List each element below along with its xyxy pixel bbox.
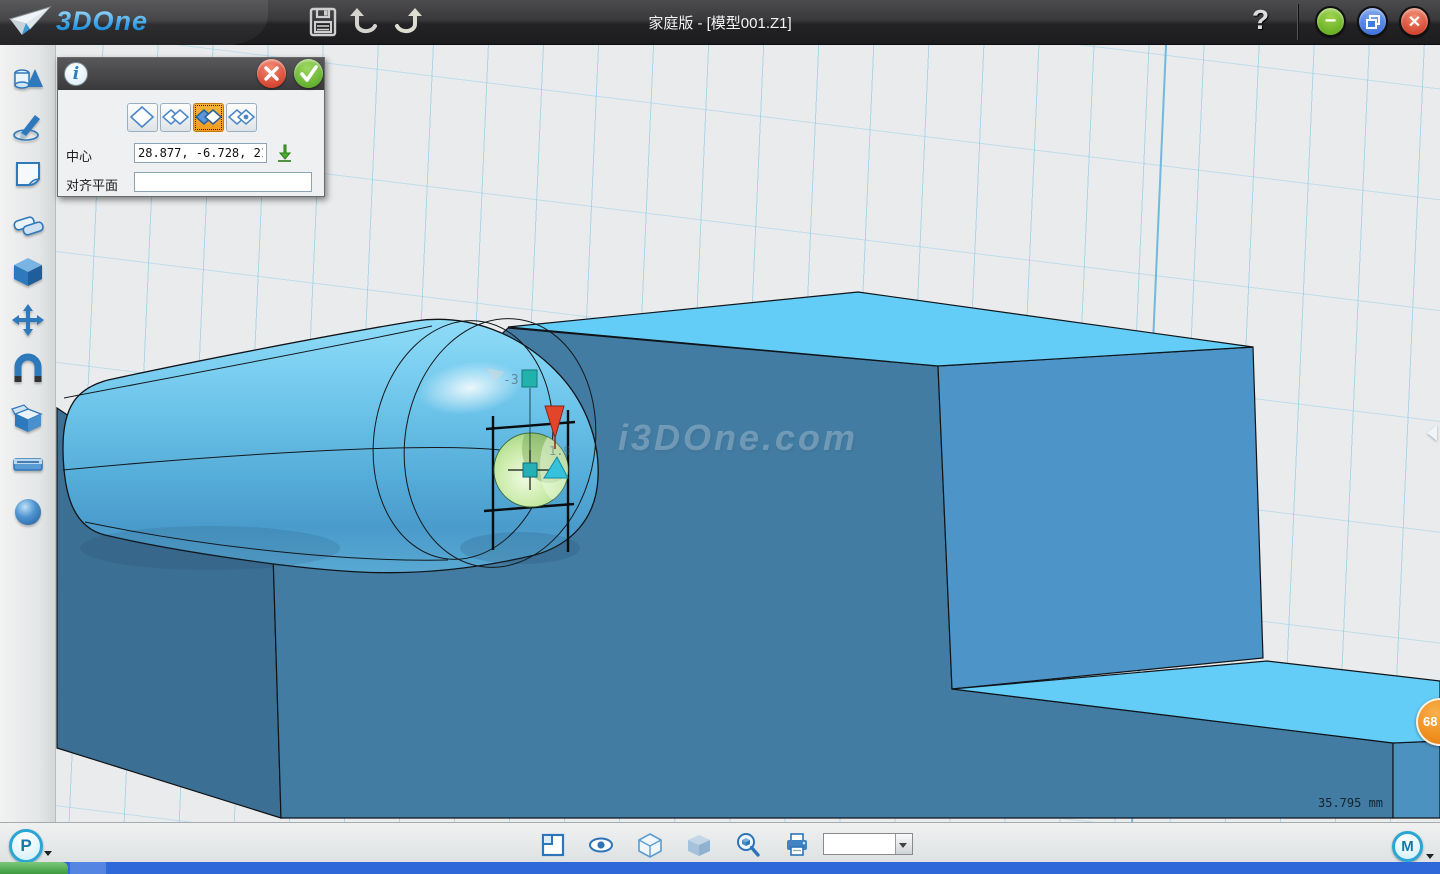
dropdown-button[interactable] bbox=[895, 834, 912, 854]
dialog-header[interactable]: i bbox=[58, 58, 324, 90]
measurement-label: 35.795 mm bbox=[1318, 796, 1383, 810]
primitives-icon[interactable] bbox=[11, 63, 45, 97]
title-bar: 3DOne 家庭版 - [模型001.Z1] ? − ✕ bbox=[0, 0, 1440, 45]
center-field-label: 中心 bbox=[66, 146, 92, 165]
dialog-confirm-button[interactable] bbox=[294, 59, 323, 88]
option-two-points[interactable] bbox=[160, 103, 191, 132]
left-toolbar bbox=[0, 45, 56, 822]
mode-dropdown-arrow-icon[interactable] bbox=[1426, 854, 1434, 859]
watermark: i3DOne.com bbox=[618, 417, 858, 459]
eye-icon[interactable] bbox=[588, 832, 614, 858]
profile-menu-button[interactable]: P bbox=[9, 829, 43, 863]
dialog-cancel-button[interactable] bbox=[257, 59, 286, 88]
minimize-button[interactable]: − bbox=[1315, 6, 1346, 37]
start-button[interactable] bbox=[0, 862, 68, 874]
center-coordinates-input[interactable] bbox=[134, 143, 267, 163]
sketch-pencil-icon[interactable] bbox=[11, 109, 45, 143]
mode-menu-button[interactable]: M bbox=[1392, 831, 1423, 862]
render-sphere-icon[interactable] bbox=[11, 495, 45, 529]
diamond-icon bbox=[128, 104, 157, 131]
check-icon bbox=[294, 59, 323, 88]
move-icon[interactable] bbox=[11, 303, 45, 337]
layout-corner-icon[interactable] bbox=[540, 832, 566, 858]
os-taskbar[interactable] bbox=[0, 862, 1440, 874]
option-point-with-center[interactable] bbox=[226, 103, 257, 132]
option-single-point[interactable] bbox=[127, 103, 158, 132]
bottom-toolbar: P M bbox=[0, 822, 1440, 862]
solid-cube-icon[interactable] bbox=[11, 255, 45, 289]
filled-double-diamond-icon bbox=[194, 104, 223, 131]
taskbar-item[interactable] bbox=[70, 862, 106, 874]
double-diamond-icon bbox=[161, 104, 190, 131]
shaded-cube-icon[interactable] bbox=[686, 832, 712, 858]
wireframe-cube-icon[interactable] bbox=[637, 832, 663, 858]
offset-annotation: -3 bbox=[503, 373, 519, 388]
close-button[interactable]: ✕ bbox=[1399, 6, 1430, 37]
chevron-down-icon bbox=[899, 843, 907, 848]
print-icon[interactable] bbox=[784, 832, 810, 858]
section-icon[interactable] bbox=[11, 447, 45, 481]
titlebar-divider bbox=[1297, 4, 1298, 40]
help-button[interactable]: ? bbox=[1252, 4, 1269, 36]
restore-button[interactable] bbox=[1357, 6, 1388, 37]
assembly-box-icon[interactable] bbox=[11, 401, 45, 435]
command-dialog: i bbox=[57, 57, 325, 197]
sketch-plane-icon[interactable] bbox=[11, 157, 45, 191]
window-title: 家庭版 - [模型001.Z1] bbox=[0, 12, 1440, 33]
diamond-dot-icon bbox=[227, 104, 256, 131]
zoom-cube-icon[interactable] bbox=[735, 832, 761, 858]
align-plane-input[interactable] bbox=[134, 172, 312, 192]
collapse-panel-arrow-icon[interactable] bbox=[1427, 425, 1437, 441]
align-plane-field-label: 对齐平面 bbox=[66, 175, 118, 194]
option-point-pair-filled[interactable] bbox=[193, 103, 224, 132]
profile-dropdown-arrow-icon[interactable] bbox=[44, 851, 52, 856]
radius-annotation: 1.9 bbox=[549, 444, 571, 458]
eraser-icon[interactable] bbox=[11, 207, 45, 241]
pick-point-icon[interactable] bbox=[274, 143, 294, 163]
view-dropdown[interactable] bbox=[823, 833, 913, 855]
close-icon bbox=[257, 59, 286, 88]
info-icon: i bbox=[64, 62, 88, 86]
magnet-icon[interactable] bbox=[11, 353, 45, 387]
